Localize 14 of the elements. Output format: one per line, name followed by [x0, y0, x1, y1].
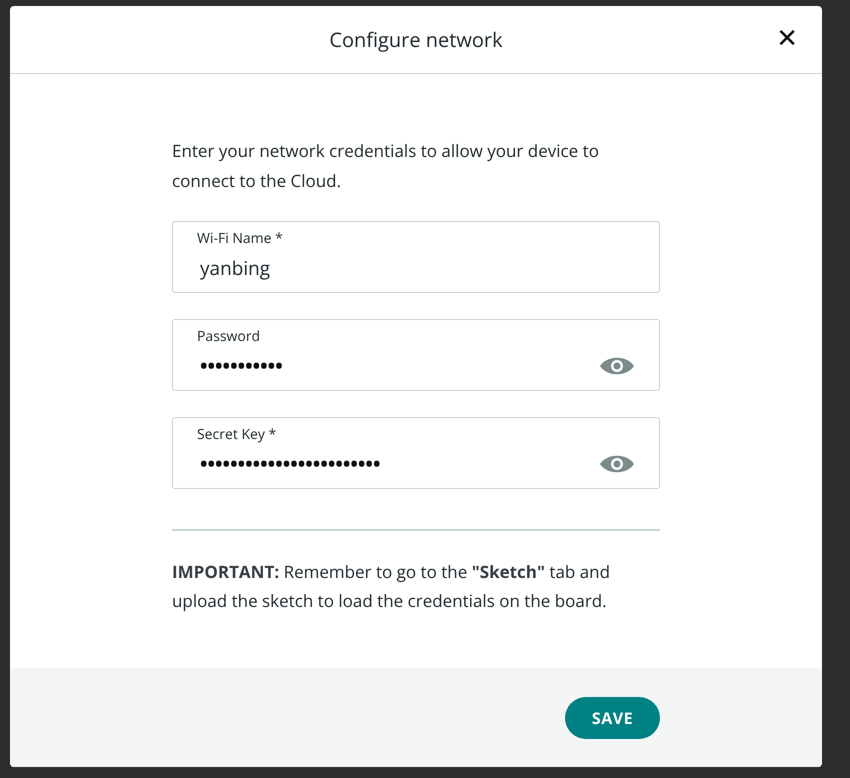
important-note: IMPORTANT: Remember to go to the "Sketch" tab and upload the sketch to load the credentials on the board.: [172, 559, 611, 614]
field-label: Secret Key *: [197, 426, 276, 444]
field-label: Wi-Fi Name *: [197, 230, 283, 248]
close-button[interactable]: ✕: [774, 24, 800, 54]
input-field[interactable]: Password •••••••••••: [172, 319, 660, 391]
intro-text: Enter your network credentials to allow your device to connect to the Cloud.: [172, 138, 600, 194]
field-value: •••••••••••: [199, 352, 283, 380]
input-field[interactable]: Wi-Fi Name * yanbing: [172, 221, 660, 293]
field-value: yanbing: [199, 254, 270, 282]
dialog-title: Configure network: [329, 26, 503, 53]
input-field[interactable]: Secret Key * ••••••••••••••••••••••••: [172, 417, 660, 489]
field-value: ••••••••••••••••••••••••: [199, 450, 380, 478]
field-label: Password: [197, 328, 260, 346]
save-button[interactable]: SAVE: [565, 697, 660, 739]
